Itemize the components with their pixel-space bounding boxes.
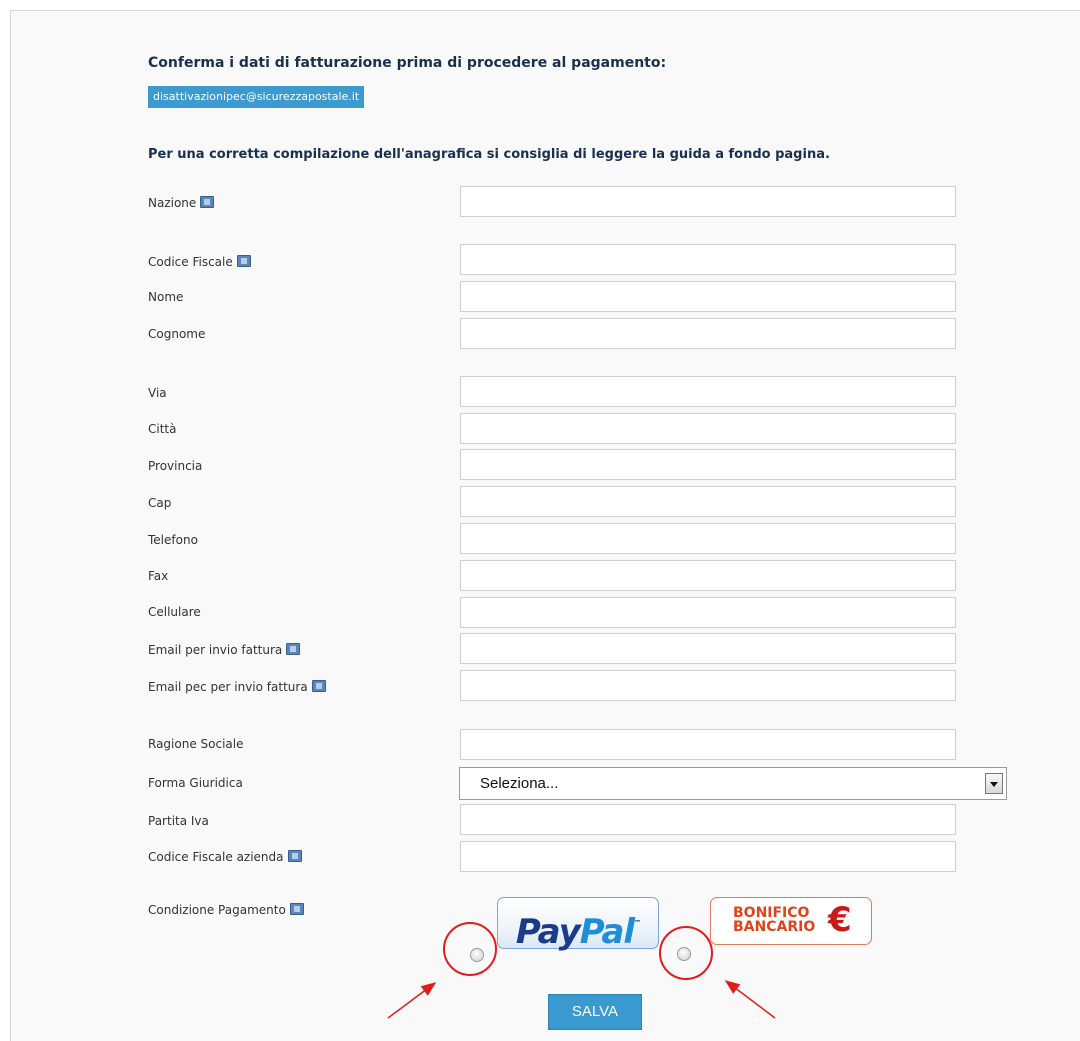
annotation-arrow — [724, 980, 776, 1019]
save-button[interactable]: SALVA — [548, 994, 642, 1030]
annotation-arrow — [387, 982, 437, 1019]
annotation-arrows — [387, 980, 776, 1019]
